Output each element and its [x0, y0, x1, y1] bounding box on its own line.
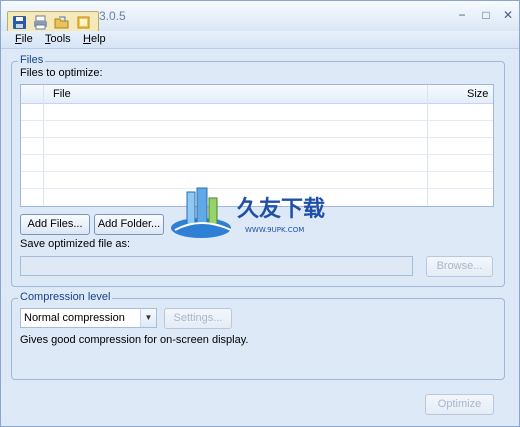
add-files-button[interactable]: Add Files... — [20, 214, 90, 235]
folder-icon[interactable] — [75, 14, 92, 31]
add-folder-label: Add Folder... — [97, 218, 161, 230]
watermark-logo: 久友下载 WWW.9UPK.COM — [169, 186, 349, 246]
browse-label: Browse... — [436, 260, 483, 272]
quick-access-toolbar — [7, 11, 99, 33]
add-folder-button[interactable]: Add Folder... — [94, 214, 164, 235]
close-button[interactable]: ✕ — [499, 7, 517, 23]
open-icon[interactable] — [53, 14, 70, 31]
compression-description: Gives good compression for on-screen dis… — [20, 334, 249, 346]
table-row — [21, 155, 493, 172]
title-bar: 3.0.5 − □ ✕ — [1, 1, 519, 33]
save-path-input[interactable] — [20, 256, 413, 276]
browse-button[interactable]: Browse... — [426, 256, 493, 277]
files-table-header: File Size — [21, 85, 493, 104]
menu-bar: File Tools Help — [1, 31, 519, 49]
save-icon[interactable] — [11, 14, 28, 31]
column-file[interactable]: File — [53, 88, 71, 100]
chevron-down-icon[interactable]: ▼ — [140, 309, 156, 327]
print-icon[interactable] — [32, 14, 49, 31]
table-row — [21, 121, 493, 138]
table-row — [21, 104, 493, 121]
compression-level-select[interactable]: Normal compression ▼ — [20, 308, 157, 328]
files-group-title: Files — [18, 54, 46, 66]
settings-label: Settings... — [173, 312, 223, 324]
menu-file[interactable]: File — [15, 33, 33, 45]
maximize-button[interactable]: □ — [477, 7, 495, 23]
menu-help[interactable]: Help — [83, 33, 106, 45]
compression-group-title: Compression level — [18, 291, 113, 303]
save-as-label: Save optimized file as: — [20, 238, 131, 250]
files-to-optimize-label: Files to optimize: — [20, 67, 103, 79]
optimize-button[interactable]: Optimize — [425, 394, 494, 415]
app-window: 3.0.5 − □ ✕ File Tools Help Files Files … — [0, 0, 520, 427]
column-size[interactable]: Size — [467, 88, 488, 100]
menu-tools[interactable]: Tools — [45, 33, 71, 45]
table-row — [21, 138, 493, 155]
add-files-label: Add Files... — [27, 218, 83, 230]
settings-button[interactable]: Settings... — [164, 308, 232, 329]
optimize-label: Optimize — [437, 398, 482, 410]
watermark-url: WWW.9UPK.COM — [245, 226, 304, 234]
compression-level-value: Normal compression — [24, 312, 125, 324]
minimize-button[interactable]: − — [453, 7, 471, 23]
watermark-text: 久友下载 — [237, 196, 325, 222]
window-title: 3.0.5 — [99, 9, 126, 23]
